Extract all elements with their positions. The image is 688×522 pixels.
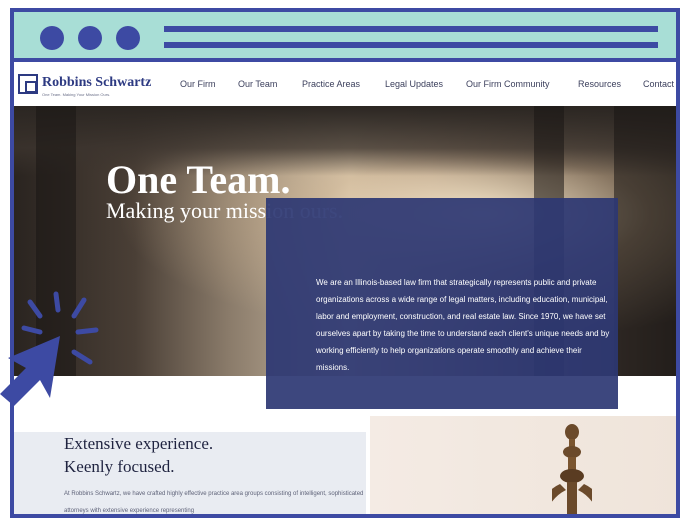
click-burst-icon: [0, 291, 99, 406]
browser-chrome: [10, 8, 680, 62]
hero-body-text: We are an Illinois-based law firm that s…: [316, 278, 610, 372]
illustration-frame: Robbins Schwartz One Team. Making Your M…: [0, 0, 688, 522]
brass-finial-icon: [552, 424, 592, 514]
nav-our-firm[interactable]: Our Firm: [180, 79, 216, 89]
window-dot-icon: [116, 26, 140, 50]
nav-contact[interactable]: Contact: [643, 79, 674, 89]
logo-icon[interactable]: [18, 74, 38, 94]
window-dot-icon: [78, 26, 102, 50]
address-bar-line: [164, 42, 658, 48]
arrow-cursor-icon: [0, 336, 60, 406]
address-bar-line: [164, 26, 658, 32]
logo-tagline: One Team. Making Your Mission Ours.: [42, 92, 111, 97]
section-heading-line1: Extensive experience.: [64, 434, 214, 453]
section-heading: Extensive experience. Keenly focused.: [64, 432, 344, 478]
hero-card: We are an Illinois-based law firm that s…: [266, 198, 618, 409]
experience-section: Extensive experience. Keenly focused. At…: [14, 432, 366, 514]
section-body: At Robbins Schwartz, we have crafted hig…: [64, 491, 364, 514]
site-header: Robbins Schwartz One Team. Making Your M…: [14, 62, 676, 106]
window-dot-icon: [40, 26, 64, 50]
hero-pillar: [614, 106, 676, 376]
decor-image: [370, 416, 676, 514]
nav-legal-updates[interactable]: Legal Updates: [385, 79, 443, 89]
nav-practice-areas[interactable]: Practice Areas: [302, 79, 360, 89]
section-heading-line2: Keenly focused.: [64, 457, 175, 476]
nav-resources[interactable]: Resources: [578, 79, 621, 89]
nav-our-team[interactable]: Our Team: [238, 79, 277, 89]
logo-name[interactable]: Robbins Schwartz: [42, 75, 151, 91]
nav-our-firm-community[interactable]: Our Firm Community: [466, 79, 550, 89]
hero-title: One Team.: [106, 157, 291, 202]
browser-viewport: Robbins Schwartz One Team. Making Your M…: [10, 62, 680, 518]
